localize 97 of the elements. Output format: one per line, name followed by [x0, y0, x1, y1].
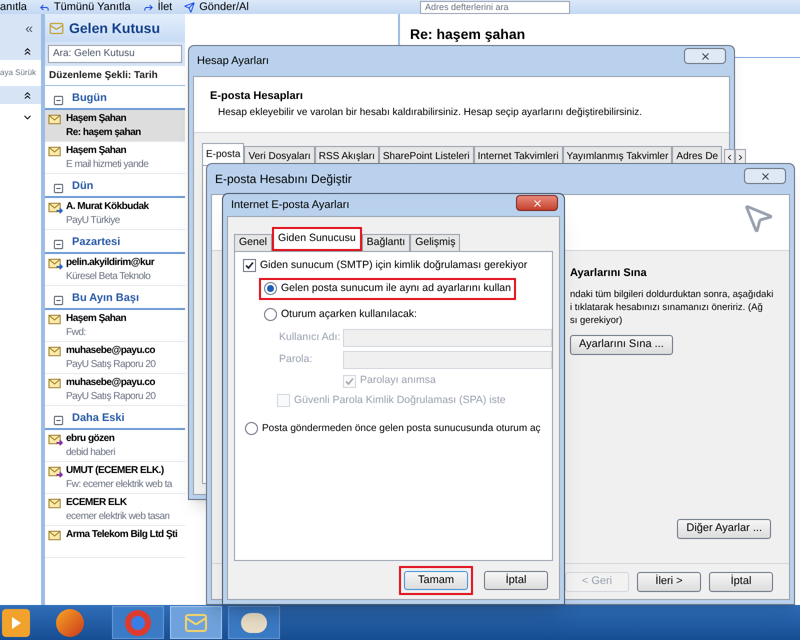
tab[interactable]: Genel	[234, 234, 272, 251]
checkbox-label: Parolayı anımsa	[360, 373, 436, 388]
radio-label: Posta göndermeden önce gelen posta sunucusunda oturum aç	[262, 422, 541, 436]
section-heading: E-posta Hesapları	[210, 89, 304, 104]
envelope-icon	[48, 529, 63, 542]
collapse-button[interactable]: «	[25, 18, 33, 38]
close-button[interactable]	[684, 48, 726, 64]
envelope-icon	[48, 497, 63, 510]
mail-sender: muhasebe@payu.co	[66, 376, 156, 390]
mail-subject: Re: haşem şahan	[66, 126, 141, 140]
checkbox[interactable]	[243, 259, 256, 272]
envelope-forward-icon	[48, 433, 63, 446]
mail-subject: debid haberi	[66, 446, 116, 460]
section-heading: Ayarlarını Sına	[570, 266, 648, 281]
radio-button[interactable]	[264, 308, 277, 321]
envelope-forward-icon	[48, 465, 63, 478]
media-player-icon[interactable]	[2, 608, 30, 636]
toolbar-button[interactable]: Gönder/Al	[184, 1, 249, 14]
close-icon	[760, 170, 770, 182]
mail-subject: Fw: ecemer elektrik web ta	[66, 478, 172, 492]
mail-subject: PayU Satış Raporu 20	[66, 390, 156, 404]
dialog-button[interactable]: İptal	[709, 572, 773, 592]
mail-sender: ebru gözen	[66, 432, 116, 446]
forward-icon	[142, 2, 154, 13]
mail-sender: Arma Telekom Bilg Ltd Şti	[66, 528, 178, 542]
radio-option[interactable]: Gelen posta sunucum ile aynı ad ayarlarını kullan	[259, 278, 516, 300]
group-header[interactable]: Daha Eski	[72, 410, 125, 426]
chevrons-up-icon[interactable]	[22, 90, 33, 101]
reply-all-icon	[38, 2, 50, 13]
inbox-folder-icon	[49, 20, 64, 36]
send-receive-icon	[184, 2, 196, 13]
mail-subject: PayU Satış Raporu 20	[66, 358, 156, 372]
toolbar-button[interactable]: İlet	[142, 1, 172, 14]
section-description: Hesap ekleyebilir ve varolan bir hesabı kaldırabilirsiniz. Hesap seçip ayarlarını değiştirebilirsiniz.	[217, 106, 644, 120]
checkmark-icon	[345, 376, 354, 386]
radio-button[interactable]	[264, 282, 277, 296]
envelope-icon	[48, 345, 63, 358]
message-subject: Re: haşem şahan	[410, 26, 526, 42]
window-title: Hesap Ayarları	[197, 54, 269, 69]
envelope-icon	[48, 377, 63, 390]
collapse-group-icon[interactable]	[53, 183, 64, 194]
envelope-icon	[48, 145, 63, 158]
collapse-group-icon[interactable]	[53, 239, 64, 250]
group-header[interactable]: Dün	[72, 178, 94, 194]
envelope-icon	[48, 313, 63, 326]
checkbox-label: Güvenli Parola Kimlik Doğrulaması (SPA) iste	[294, 393, 506, 408]
mail-sender: muhasebe@payu.co	[66, 344, 156, 358]
test-description: ndaki tüm bilgileri doldurduktan sonra, aşağıdaki i tıklatarak hesabınızı sınamanızı öneririz. (Ağ sı gerekiyor)	[570, 288, 774, 326]
radio-button[interactable]	[245, 422, 258, 435]
collapse-group-icon[interactable]	[53, 295, 64, 306]
drag-hint: aya Sürük	[0, 67, 36, 79]
checkbox-label: Giden sunucum (SMTP) için kimlik doğrulaması gerekiyor	[260, 258, 528, 273]
mail-sender: Haşem Şahan	[66, 144, 128, 158]
toolbar-button[interactable]: Tümünü Yanıtla	[38, 1, 131, 14]
field-label: Kullanıcı Adı:	[279, 330, 342, 346]
field-label: Parola:	[279, 352, 314, 368]
mail-subject: PayU Türkiye	[66, 214, 121, 228]
close-icon	[700, 50, 710, 62]
toolbar-button[interactable]: anıtla	[0, 1, 27, 14]
dialog-button[interactable]: İleri >	[637, 572, 701, 592]
close-icon	[532, 198, 542, 208]
more-settings-button[interactable]: Diğer Ayarlar ...	[677, 518, 771, 538]
mail-sender: Haşem Şahan	[66, 112, 128, 126]
search-field[interactable]: Adres defterlerini ara	[420, 1, 570, 14]
mail-sender: Haşem Şahan	[66, 312, 126, 326]
mail-sender: UMUT (ECEMER ELK.)	[66, 464, 165, 478]
group-header[interactable]: Pazartesi	[72, 234, 120, 250]
dialog-button[interactable]: İptal	[484, 570, 548, 590]
dialog-button[interactable]: Tamam	[404, 570, 468, 590]
folder-title: Gelen Kutusu	[69, 18, 160, 38]
mail-subject: Küresel Beta Teknolo	[66, 270, 152, 284]
search-field[interactable]: Ara: Gelen Kutusu	[48, 45, 182, 63]
tab[interactable]: E-posta	[202, 143, 244, 165]
close-button[interactable]	[744, 168, 786, 184]
mail-subject: Fwd:	[66, 326, 87, 340]
collapse-group-icon[interactable]	[53, 95, 64, 106]
mail-sender: ECEMER ELK	[66, 496, 128, 510]
tab[interactable]: Giden Sunucusu	[272, 227, 362, 251]
window-title: E-posta Hesabını Değiştir	[215, 171, 352, 188]
mail-subject: ecemer elektrik web tasarı	[66, 510, 170, 524]
radio-option[interactable]: Oturum açarken kullanılacak:	[259, 304, 422, 326]
test-settings-button[interactable]: Ayarlarını Sına ...	[570, 334, 673, 354]
tab[interactable]: Gelişmiş	[410, 234, 460, 251]
taskbar-button[interactable]	[228, 606, 280, 639]
group-header[interactable]: Bu Ayın Başı	[72, 290, 140, 306]
close-button[interactable]	[516, 195, 558, 211]
window-title: Internet E-posta Ayarları	[231, 198, 350, 213]
collapse-group-icon[interactable]	[53, 415, 64, 426]
envelope-icon	[48, 113, 63, 126]
mail-subject: E mail hizmeti yande	[66, 158, 148, 172]
tab[interactable]: Bağlantı	[362, 234, 410, 251]
mail-sender: A. Murat Kökbudak	[66, 200, 149, 214]
chevrons-up-icon[interactable]	[22, 46, 33, 57]
checkmark-icon	[245, 261, 254, 270]
mail-item[interactable]: Haşem Şahan Re: haşem şahan	[45, 110, 185, 142]
mail-sender: pelin.akyildirim@kur	[66, 256, 154, 270]
group-header[interactable]: Bugün	[72, 90, 107, 106]
